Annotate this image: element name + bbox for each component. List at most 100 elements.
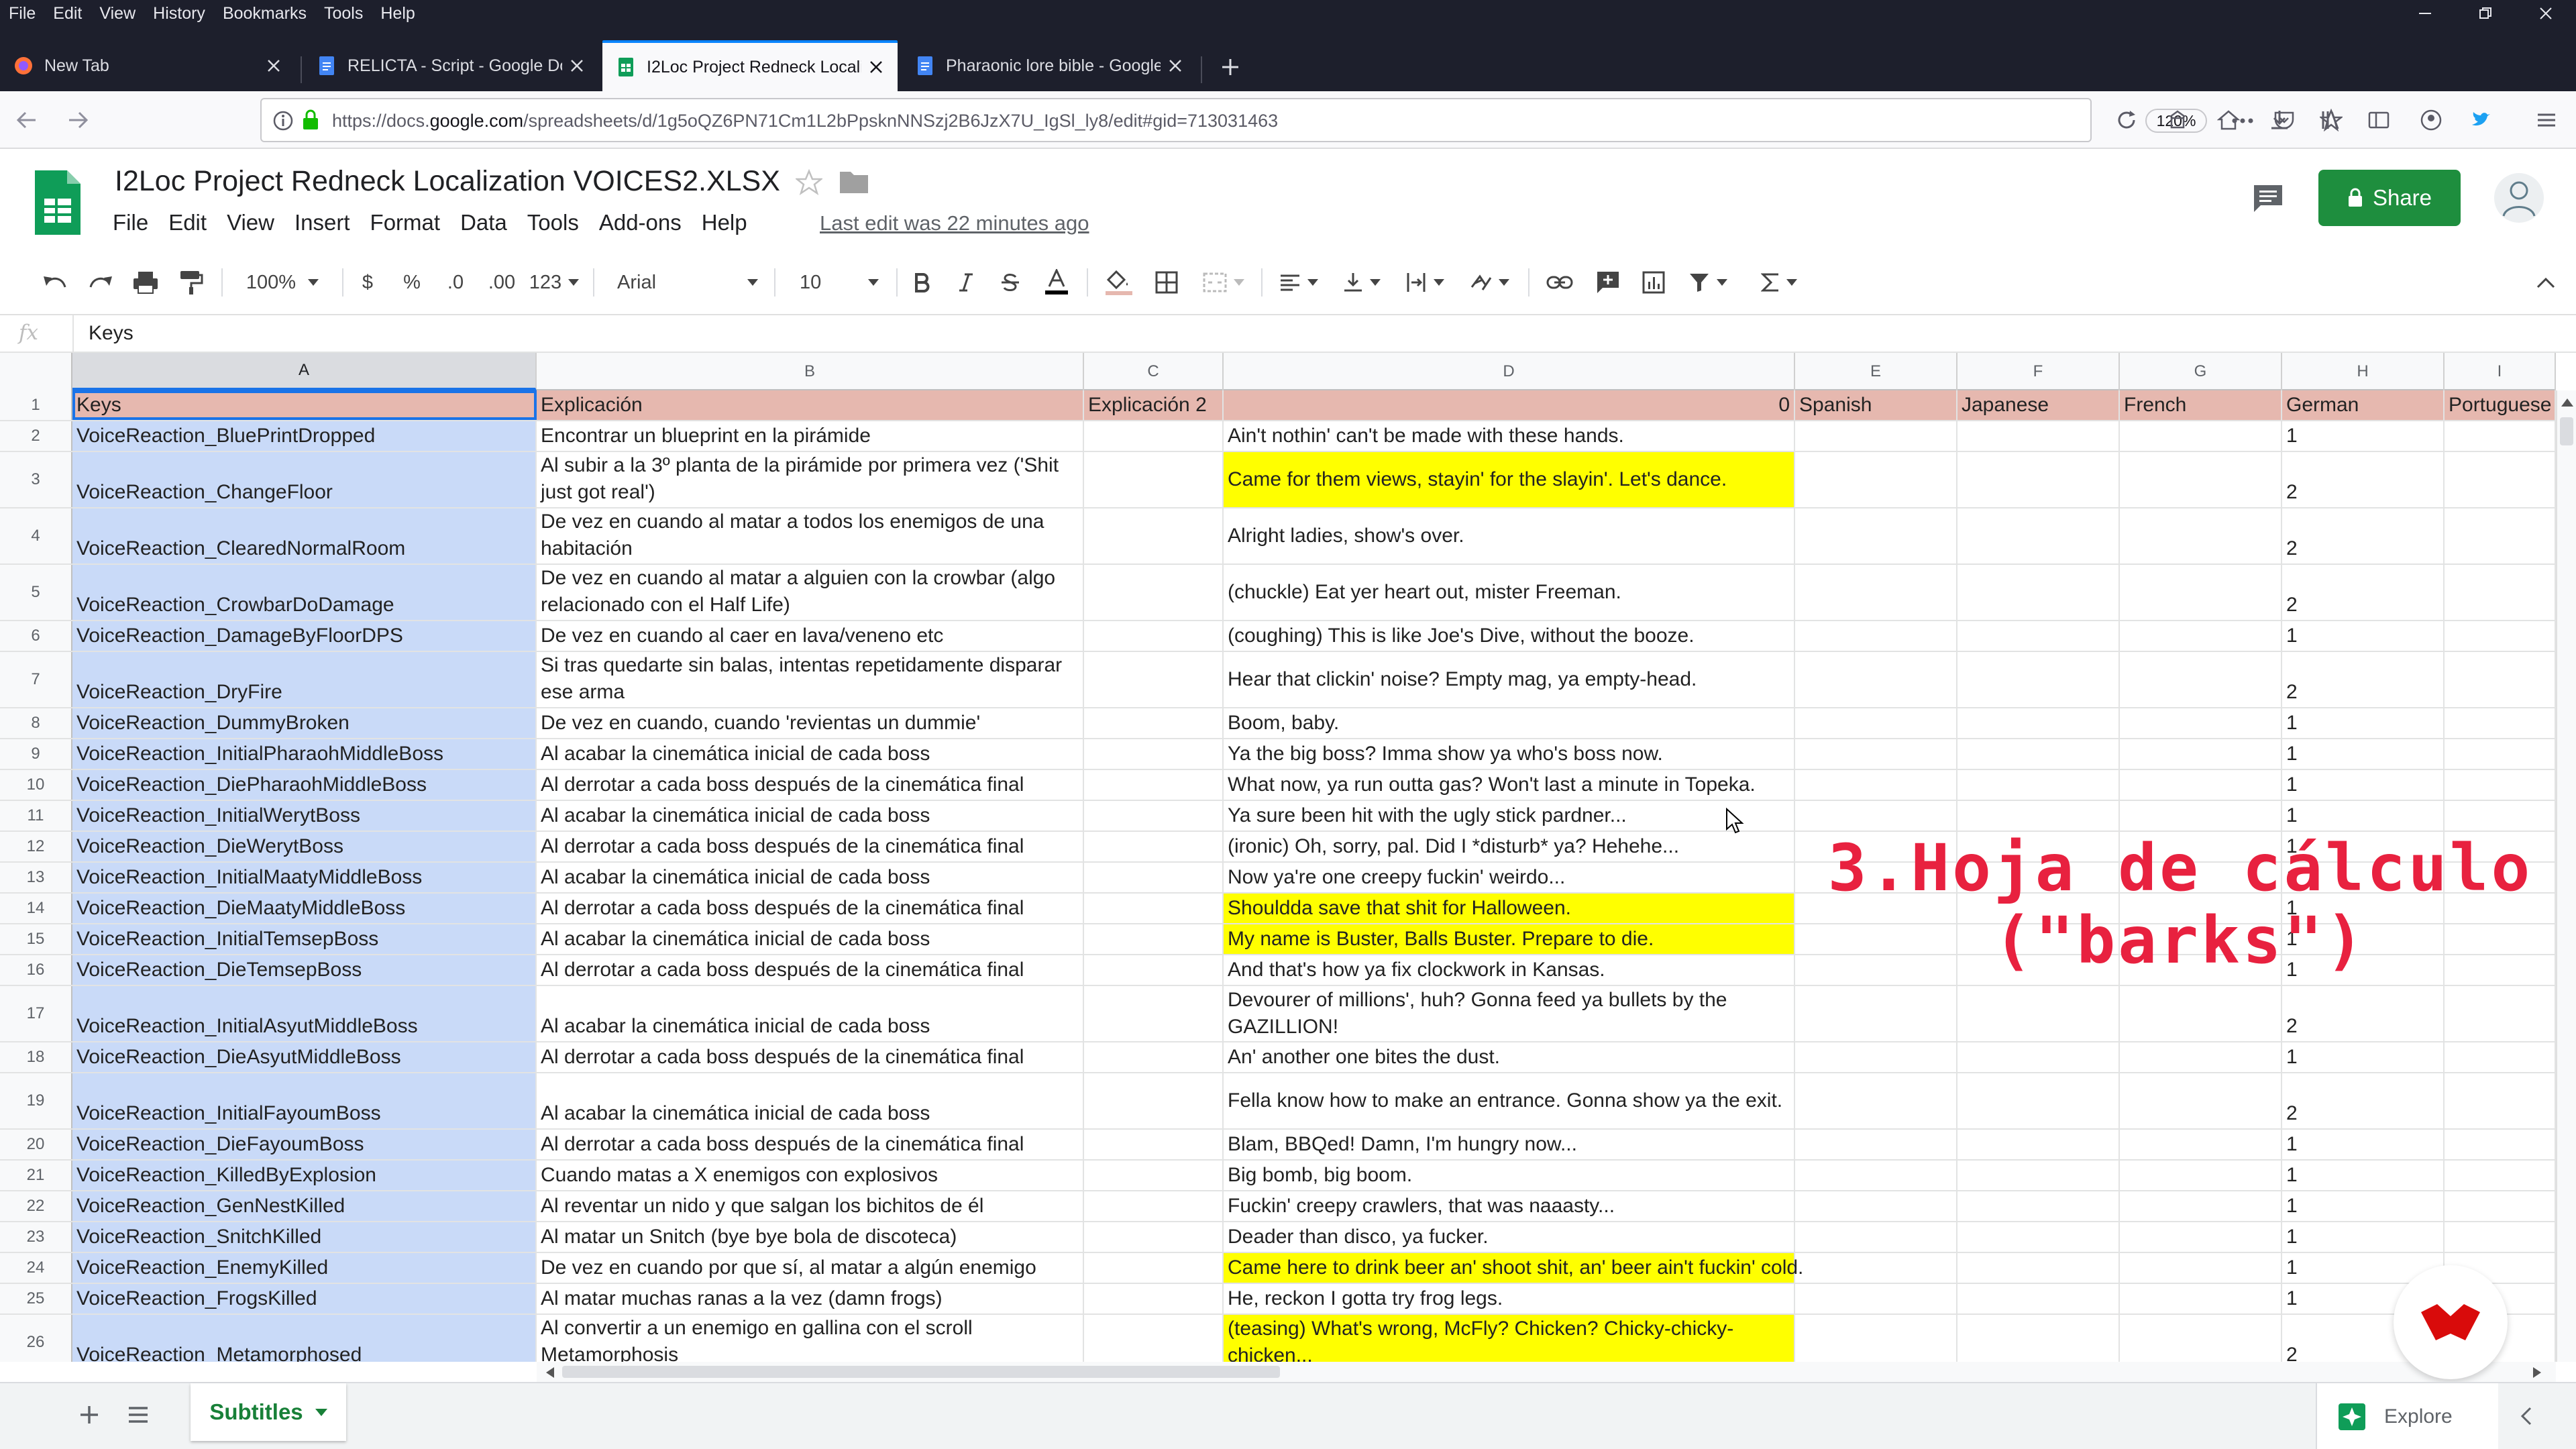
percent-format-button[interactable]: % — [398, 266, 425, 299]
italic-button[interactable] — [951, 266, 981, 299]
cell-h[interactable]: 1 — [2282, 1222, 2445, 1252]
extension-button[interactable] — [2160, 103, 2195, 138]
cell-f[interactable] — [1957, 652, 2120, 707]
cell-e[interactable] — [1795, 1315, 1957, 1362]
scroll-right-icon[interactable] — [2533, 1367, 2541, 1378]
cell-g[interactable] — [2120, 1042, 2282, 1072]
cell-d[interactable]: Boom, baby. — [1224, 708, 1795, 738]
row-number[interactable]: 15 — [0, 924, 72, 954]
cell-b[interactable]: Al matar un Snitch (bye bye bola de disc… — [537, 1222, 1084, 1252]
cell-e[interactable] — [1795, 986, 1957, 1041]
strikethrough-button[interactable] — [996, 266, 1025, 299]
font-size-select[interactable]: 10 — [785, 266, 885, 299]
cell-b[interactable]: Al convertir a un enemigo en gallina con… — [537, 1315, 1084, 1362]
avatar[interactable] — [2493, 172, 2545, 224]
star-icon[interactable] — [796, 169, 822, 196]
cell-b[interactable]: Al subir a la 3º planta de la pirámide p… — [537, 452, 1084, 507]
home-button[interactable] — [2211, 103, 2246, 138]
cell-h[interactable]: 2 — [2282, 508, 2445, 564]
cell-b[interactable]: De vez en cuando al matar a todos los en… — [537, 508, 1084, 564]
cell-h[interactable]: 1 — [2282, 1130, 2445, 1159]
cell-c[interactable] — [1084, 863, 1224, 892]
cell-e[interactable] — [1795, 1161, 1957, 1190]
cell-c[interactable] — [1084, 739, 1224, 769]
cell-e[interactable] — [1795, 1073, 1957, 1128]
os-menu-edit[interactable]: Edit — [44, 4, 91, 23]
os-menu-history[interactable]: History — [144, 4, 214, 23]
cell-f[interactable] — [1957, 1073, 2120, 1128]
cell-d[interactable]: Ya sure been hit with the ugly stick par… — [1224, 801, 1795, 830]
cell-e[interactable] — [1795, 621, 1957, 651]
cell-g[interactable] — [2120, 421, 2282, 451]
cell-b[interactable]: Al acabar la cinemática inicial de cada … — [537, 739, 1084, 769]
cell-e[interactable] — [1795, 1042, 1957, 1072]
vertical-scrollbar[interactable] — [2556, 390, 2576, 1362]
column-header-f[interactable]: F — [1957, 353, 2120, 390]
cell-a[interactable]: VoiceReaction_DryFire — [72, 652, 537, 707]
column-header-c[interactable]: C — [1084, 353, 1224, 390]
cell-f[interactable] — [1957, 565, 2120, 620]
cell-c[interactable] — [1084, 1042, 1224, 1072]
cell-b[interactable]: Al derrotar a cada boss después de la ci… — [537, 955, 1084, 985]
tab-i2loc-sheet[interactable]: I2Loc Project Redneck Localiz — [602, 40, 898, 91]
cell-c[interactable] — [1084, 1191, 1224, 1221]
horizontal-scroll-thumb[interactable] — [562, 1366, 1280, 1378]
vertical-align-button[interactable] — [1335, 266, 1389, 299]
cell-f[interactable] — [1957, 421, 2120, 451]
cell-i[interactable] — [2445, 508, 2556, 564]
cell-a[interactable]: VoiceReaction_InitialFayoumBoss — [72, 1073, 537, 1128]
row-number[interactable]: 11 — [0, 801, 72, 830]
row-number[interactable]: 26 — [0, 1315, 72, 1362]
cell-d[interactable]: Deader than disco, ya fucker. — [1224, 1222, 1795, 1252]
cell-g[interactable] — [2120, 1191, 2282, 1221]
cell-a[interactable]: VoiceReaction_DummyBroken — [72, 708, 537, 738]
share-button[interactable]: Share — [2318, 170, 2461, 226]
os-menu-help[interactable]: Help — [372, 4, 423, 23]
cell-f[interactable] — [1957, 508, 2120, 564]
cell-b[interactable]: Al derrotar a cada boss después de la ci… — [537, 1130, 1084, 1159]
cell-a[interactable]: VoiceReaction_BluePrintDropped — [72, 421, 537, 451]
cell-e[interactable] — [1795, 421, 1957, 451]
close-tab-icon[interactable] — [1161, 51, 1190, 80]
cell-b[interactable]: Si tras quedarte sin balas, intentas rep… — [537, 652, 1084, 707]
row-number[interactable]: 13 — [0, 863, 72, 892]
cell-h1[interactable]: German — [2282, 390, 2445, 420]
font-family-select[interactable]: Arial — [604, 266, 765, 299]
row-number[interactable]: 12 — [0, 832, 72, 861]
cell-c[interactable] — [1084, 1315, 1224, 1362]
tab-relicta-script[interactable]: RELICTA - Script - Google Doc — [303, 40, 598, 91]
cell-e[interactable] — [1795, 739, 1957, 769]
cell-c[interactable] — [1084, 1222, 1224, 1252]
cell-f[interactable] — [1957, 770, 2120, 800]
cell-a[interactable]: VoiceReaction_GenNestKilled — [72, 1191, 537, 1221]
cell-f[interactable] — [1957, 1130, 2120, 1159]
cell-c[interactable] — [1084, 1284, 1224, 1313]
cell-c1[interactable]: Explicación 2 — [1084, 390, 1224, 420]
cell-c[interactable] — [1084, 894, 1224, 923]
cell-d[interactable]: Came for them views, stayin' for the sla… — [1224, 452, 1795, 507]
cell-c[interactable] — [1084, 986, 1224, 1041]
cell-h[interactable]: 1 — [2282, 1042, 2445, 1072]
cell-a[interactable]: VoiceReaction_InitialMaatyMiddleBoss — [72, 863, 537, 892]
cell-h[interactable]: 1 — [2282, 621, 2445, 651]
row-number[interactable]: 4 — [0, 508, 72, 564]
cell-g[interactable] — [2120, 652, 2282, 707]
cell-f[interactable] — [1957, 739, 2120, 769]
cell-d[interactable]: Big bomb, big boom. — [1224, 1161, 1795, 1190]
cell-i1[interactable]: Portuguese — [2445, 390, 2556, 420]
column-header-b[interactable]: B — [537, 353, 1084, 390]
cell-e[interactable] — [1795, 508, 1957, 564]
lock-icon[interactable] — [301, 109, 321, 131]
cell-e[interactable] — [1795, 801, 1957, 830]
cell-i[interactable] — [2445, 452, 2556, 507]
row-number[interactable]: 16 — [0, 955, 72, 985]
scroll-up-icon[interactable] — [2561, 398, 2573, 407]
cell-h[interactable]: 1 — [2282, 801, 2445, 830]
menu-file[interactable]: File — [113, 210, 148, 235]
text-rotation-button[interactable] — [1462, 266, 1516, 299]
reload-button[interactable] — [2109, 103, 2144, 138]
column-header-g[interactable]: G — [2120, 353, 2282, 390]
cell-i[interactable] — [2445, 1191, 2556, 1221]
borders-button[interactable] — [1150, 266, 1183, 299]
folder-icon[interactable] — [839, 169, 869, 195]
